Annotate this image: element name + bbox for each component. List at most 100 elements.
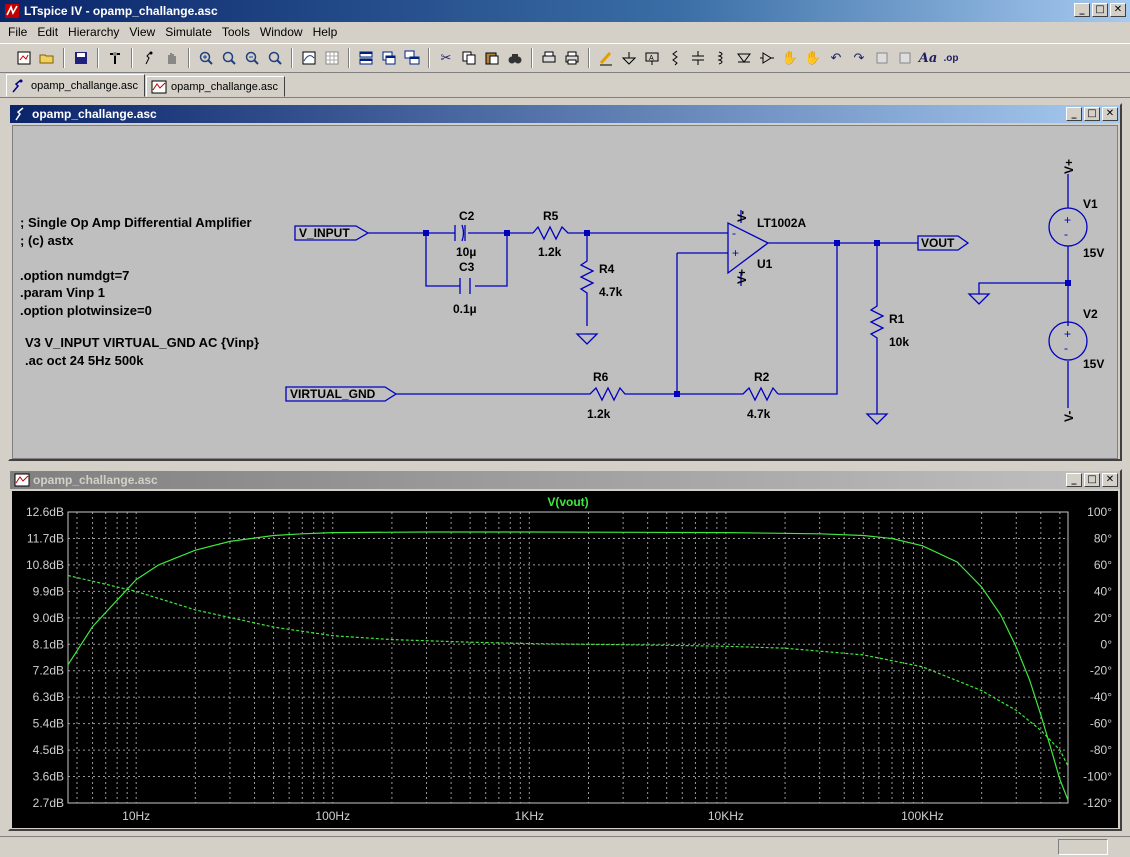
waveform-chart[interactable]: V(vout) 12.6dB 11.7dB 10.8dB 9.9dB 9.0dB 8.1d… [12,491,1118,828]
net-label-virtual-gnd[interactable]: VIRTUAL_GND [290,387,376,401]
redo-icon[interactable]: ↷ [849,48,869,68]
close-button[interactable]: ✕ [1102,107,1118,121]
v1-name[interactable]: V1 [1083,197,1098,211]
supply-label-vplus[interactable]: V+ [1062,159,1076,174]
menu-tools[interactable]: Tools [218,25,256,39]
minimize-button[interactable]: _ [1066,473,1082,487]
zoom-out-icon[interactable] [219,48,239,68]
tab-waveform[interactable]: opamp_challange.asc [146,76,286,97]
v2-value[interactable]: 15V [1083,357,1104,371]
mirror-icon[interactable] [895,48,915,68]
copy-icon[interactable] [459,48,479,68]
cascade-icon[interactable] [402,48,422,68]
new-schematic-icon[interactable] [14,48,34,68]
print-icon[interactable] [562,48,582,68]
maximize-button[interactable]: □ [1084,107,1100,121]
r2-name[interactable]: R2 [754,370,770,384]
find-icon[interactable] [505,48,525,68]
v2-name[interactable]: V2 [1083,307,1098,321]
autorange-icon[interactable] [299,48,319,68]
r4-value[interactable]: 4.7k [599,285,623,299]
rotate-icon[interactable] [872,48,892,68]
r5-name[interactable]: R5 [543,209,559,223]
net-label-v-input[interactable]: V_INPUT [299,226,350,240]
ground-icon[interactable] [619,48,639,68]
y-right-tick-label: -40° [1090,690,1112,704]
r1-value[interactable]: 10k [889,335,909,349]
r5-value[interactable]: 1.2k [538,245,562,259]
u1-name[interactable]: U1 [757,257,773,271]
plot-grid [68,511,1068,804]
cut-icon[interactable]: ✂ [436,48,456,68]
tab-schematic[interactable]: opamp_challange.asc [6,74,146,97]
spice-directive-icon[interactable]: .op [941,48,961,68]
draw-wire-icon[interactable] [596,48,616,68]
undo-icon[interactable]: ↶ [826,48,846,68]
c3-value[interactable]: 0.1µ [453,302,477,316]
c3-name[interactable]: C3 [459,260,475,274]
r1-name[interactable]: R1 [889,312,905,326]
pan-icon[interactable] [265,48,285,68]
r4-name[interactable]: R4 [599,262,615,276]
control-panel-icon[interactable] [105,48,125,68]
close-button[interactable]: ✕ [1110,3,1126,17]
supply-label-vminus[interactable]: V- [1062,411,1076,422]
close-button[interactable]: ✕ [1102,473,1118,487]
menu-view[interactable]: View [125,25,161,39]
directive-numdgt[interactable]: .option numdgt=7 [20,268,129,283]
resistor-icon[interactable] [665,48,685,68]
save-icon[interactable] [71,48,91,68]
minimize-button[interactable]: _ [1074,3,1090,17]
r2-value[interactable]: 4.7k [747,407,771,421]
inductor-icon[interactable] [711,48,731,68]
y-left-tick-label: 11.7dB [27,531,64,545]
menu-help[interactable]: Help [309,25,344,39]
directive-ac-analysis[interactable]: .ac oct 24 5Hz 500k [25,353,144,368]
move-icon[interactable]: ✋ [780,48,800,68]
menu-window[interactable]: Window [256,25,309,39]
tile-vertical-icon[interactable] [379,48,399,68]
trace-title[interactable]: V(vout) [547,495,588,509]
u1-supply-label-vplus[interactable]: V+ [735,269,749,284]
menu-simulate[interactable]: Simulate [161,25,218,39]
paste-icon[interactable] [482,48,502,68]
directive-plotwinsize[interactable]: .option plotwinsize=0 [20,303,152,318]
v1-value[interactable]: 15V [1083,246,1104,260]
waveform-plot-pane[interactable]: V(vout) 12.6dB 11.7dB 10.8dB 9.9dB 9.0dB 8.1d… [12,491,1118,828]
schematic-drawing[interactable]: - + + - + - ; Single Op Amp Differential… [13,126,1119,460]
directive-comment-title[interactable]: ; Single Op Amp Differential Amplifier [20,215,252,230]
menu-edit[interactable]: Edit [33,25,64,39]
capacitor-icon[interactable] [688,48,708,68]
u1-supply-label-vminus[interactable]: V- [735,211,749,222]
directive-comment-author[interactable]: ; (c) astx [20,233,74,248]
series-magnitude-line [67,531,1069,801]
net-label-vout[interactable]: VOUT [921,236,955,250]
diode-icon[interactable] [734,48,754,68]
grid-icon[interactable] [322,48,342,68]
c2-name[interactable]: C2 [459,209,475,223]
u1-model[interactable]: LT1002A [757,216,806,230]
run-icon[interactable] [139,48,159,68]
drag-icon[interactable]: ✋ [803,48,823,68]
tile-horizontal-icon[interactable] [356,48,376,68]
r6-value[interactable]: 1.2k [587,407,611,421]
y-right-tick-label: -80° [1090,743,1112,757]
component-icon[interactable] [757,48,777,68]
r6-name[interactable]: R6 [593,370,609,384]
print-setup-icon[interactable] [539,48,559,68]
open-icon[interactable] [37,48,57,68]
directive-v3-source[interactable]: V3 V_INPUT VIRTUAL_GND AC {Vinp} [25,335,259,350]
halt-icon[interactable] [162,48,182,68]
schematic-canvas[interactable]: - + + - + - ; Single Op Amp Differential… [12,125,1118,459]
maximize-button[interactable]: □ [1084,473,1100,487]
minimize-button[interactable]: _ [1066,107,1082,121]
menu-hierarchy[interactable]: Hierarchy [64,25,125,39]
zoom-in-icon[interactable] [196,48,216,68]
menu-file[interactable]: File [4,25,33,39]
label-net-icon[interactable]: A [642,48,662,68]
zoom-to-fit-icon[interactable] [242,48,262,68]
text-icon[interactable]: Aa [918,48,938,68]
maximize-button[interactable]: □ [1092,3,1108,17]
c2-value[interactable]: 10µ [456,245,476,259]
directive-param[interactable]: .param Vinp 1 [20,285,105,300]
